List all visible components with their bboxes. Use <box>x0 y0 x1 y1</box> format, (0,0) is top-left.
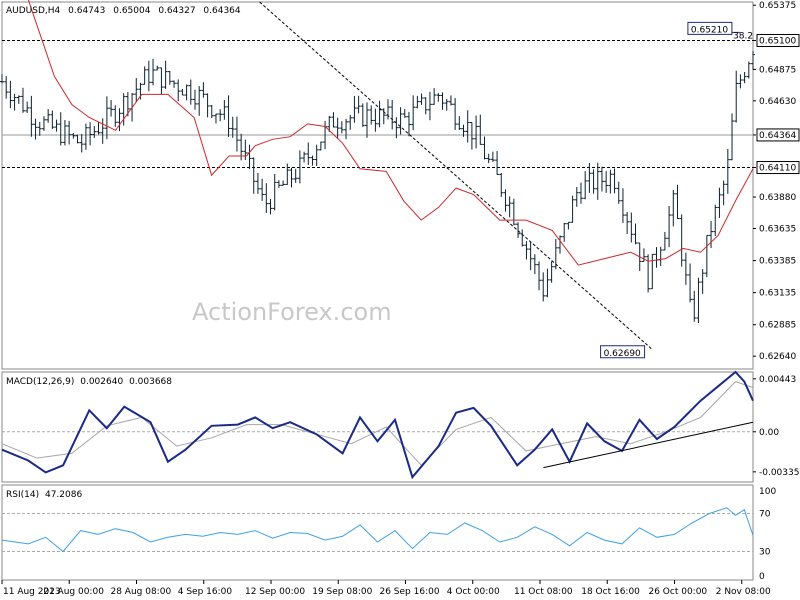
rsi-header: RSI(14) 47.2086 <box>6 490 82 500</box>
price-tick-label: 0.63635 <box>759 224 796 234</box>
x-tick-label: 4 Oct 00:00 <box>447 587 500 597</box>
price-chart: ActionForex.com 0.65210 0.62690 38.2 AUDUS… <box>0 0 800 600</box>
x-tick-label: 26 Oct 00:00 <box>648 587 707 597</box>
symbol: AUDUSD,H4 <box>6 6 61 16</box>
price-tick-label: 0.64875 <box>759 65 796 75</box>
rsi-value: 47.2086 <box>45 490 82 500</box>
x-tick-label: 11 Oct 08:00 <box>514 587 573 597</box>
macd-label: MACD(12,26,9) <box>6 377 74 387</box>
price-tick-label: 0.65100 <box>759 36 796 46</box>
close: 0.64364 <box>203 6 240 16</box>
x-tick-label: 26 Sep 16:00 <box>379 587 439 597</box>
x-tick-label: 2 Nov 08:00 <box>716 587 771 597</box>
x-tick-label: 28 Aug 08:00 <box>110 587 171 597</box>
low-marker-label: 0.62690 <box>604 349 641 359</box>
macd-signal: 0.003668 <box>129 377 172 387</box>
macd-tick-label: -0.003351 <box>759 468 800 478</box>
x-tick-label: 18 Oct 16:00 <box>581 587 640 597</box>
rsi-tick-label: 0 <box>759 572 765 582</box>
high: 0.65004 <box>113 6 150 16</box>
macd-tick-label: 0.00443 <box>759 375 796 385</box>
macd-header: MACD(12,26,9) 0.002640 0.003668 <box>6 377 172 387</box>
watermark: ActionForex.com <box>192 298 392 326</box>
price-tick-label: 0.63135 <box>759 289 796 299</box>
macd-tick-label: 0.00 <box>759 428 779 438</box>
x-tick-label: 12 Sep 00:00 <box>245 587 305 597</box>
x-tick-label: 21 Aug 00:00 <box>43 587 104 597</box>
price-tick-label: 0.64630 <box>759 97 796 107</box>
price-tick-label: 0.65375 <box>759 1 796 11</box>
rsi-label: RSI(14) <box>6 490 39 500</box>
fib-label: 38.2 <box>733 31 753 41</box>
price-tick-label: 0.64364 <box>759 131 796 141</box>
price-tick-label: 0.63880 <box>759 193 796 203</box>
x-tick-label: 19 Sep 08:00 <box>312 587 372 597</box>
open: 0.64743 <box>68 6 105 16</box>
low: 0.64327 <box>158 6 195 16</box>
price-tick-label: 0.63385 <box>759 257 796 267</box>
price-tick-label: 0.62640 <box>759 352 796 362</box>
rsi-tick-label: 30 <box>759 548 771 558</box>
chart-header: AUDUSD,H4 0.64743 0.65004 0.64327 0.6436… <box>6 6 241 16</box>
rsi-tick-label: 100 <box>759 487 776 497</box>
price-tick-label: 0.64110 <box>759 164 796 174</box>
price-tick-label: 0.62885 <box>759 321 796 331</box>
high-marker-label: 0.65210 <box>691 25 728 35</box>
macd-main: 0.002640 <box>80 377 123 387</box>
rsi-tick-label: 70 <box>759 510 771 520</box>
x-tick-label: 4 Sep 16:00 <box>178 587 233 597</box>
